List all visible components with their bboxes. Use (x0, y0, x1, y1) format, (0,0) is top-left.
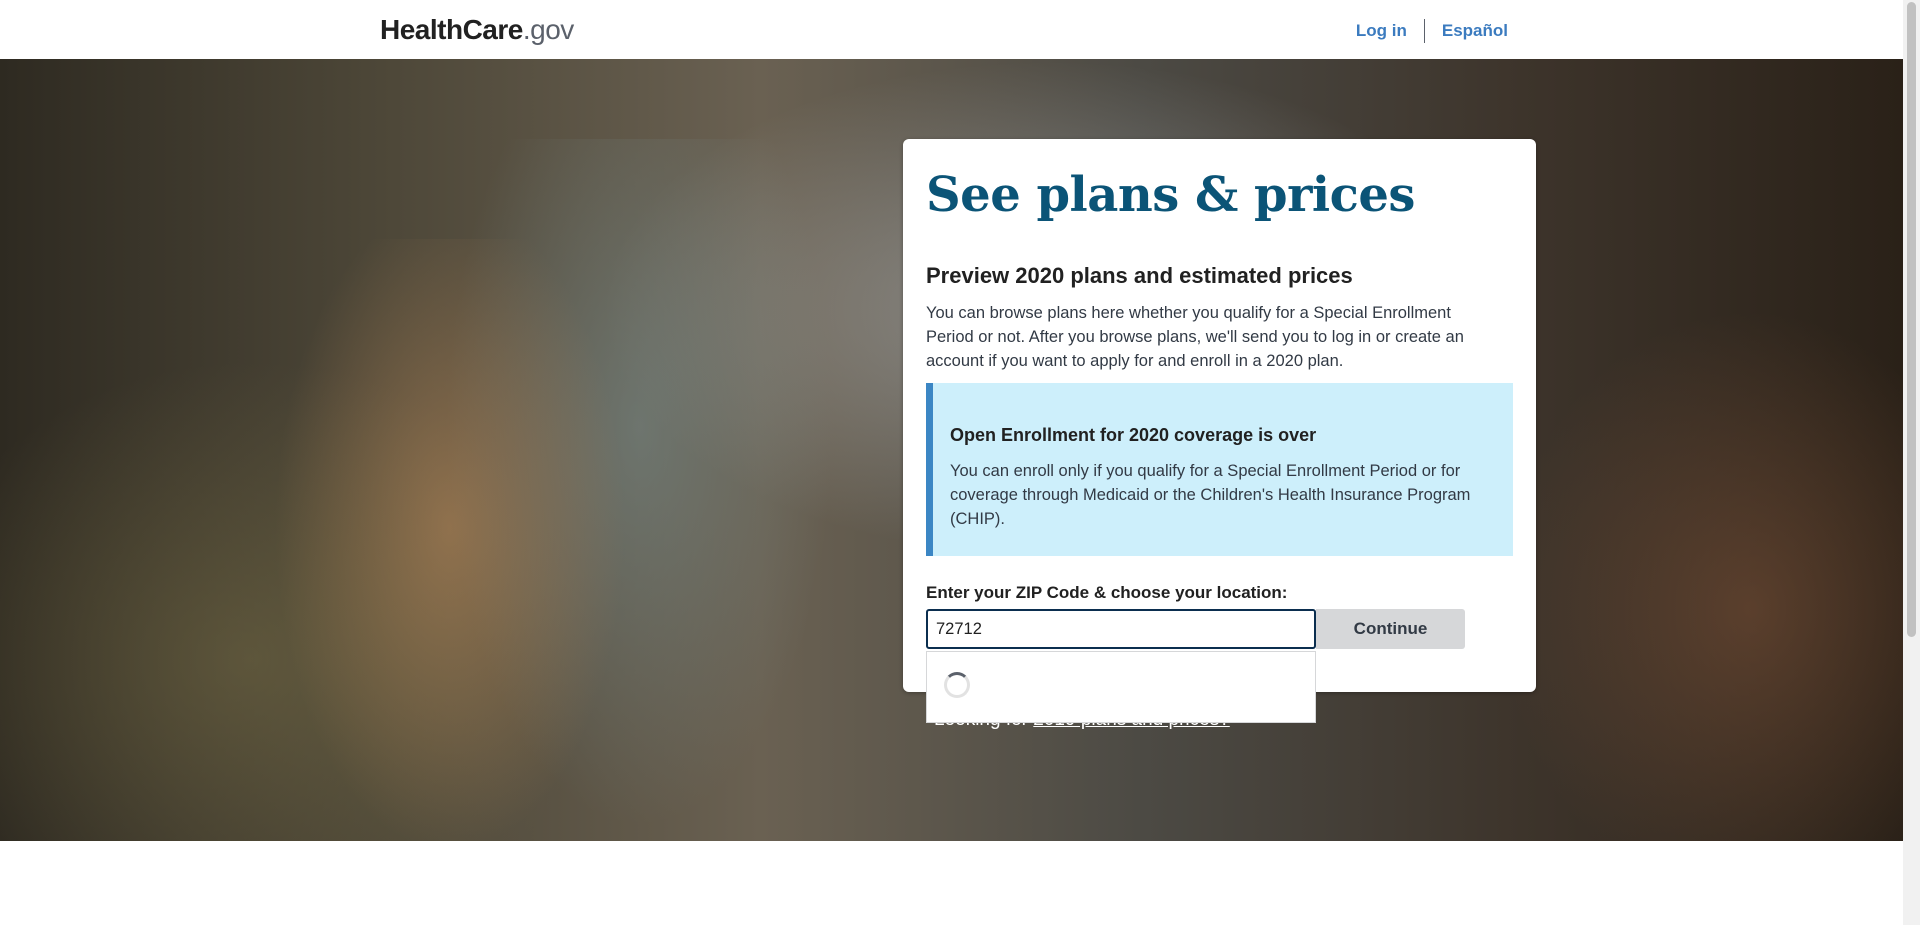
scrollbar-thumb[interactable] (1907, 2, 1916, 637)
location-dropdown[interactable] (926, 651, 1316, 723)
continue-button[interactable]: Continue (1316, 609, 1465, 649)
site-header: HealthCare.gov Log in Español (0, 0, 1903, 59)
zip-input[interactable] (926, 609, 1316, 649)
zip-label: Enter your ZIP Code & choose your locati… (926, 583, 1288, 602)
intro-text: You can browse plans here whether you qu… (926, 304, 1464, 370)
espanol-link[interactable]: Español (1442, 21, 1508, 41)
alert-title: Open Enrollment for 2020 coverage is ove… (950, 425, 1317, 445)
logo-main-text: HealthCare (380, 14, 523, 45)
see-plans-card: See plans & prices Preview 2020 plans an… (903, 139, 1536, 692)
background-railing (1500, 309, 1903, 841)
page-scrollbar[interactable] (1903, 0, 1920, 925)
login-link[interactable]: Log in (1356, 21, 1407, 41)
page-title: See plans & prices (926, 167, 1415, 223)
enrollment-alert: Open Enrollment for 2020 coverage is ove… (926, 383, 1513, 556)
card-subtitle: Preview 2020 plans and estimated prices (926, 263, 1353, 288)
nav-divider (1423, 19, 1425, 43)
loading-spinner-icon (944, 672, 970, 698)
page-footer-area (0, 841, 1903, 925)
alert-body: You can enroll only if you qualify for a… (950, 462, 1471, 528)
logo-suffix-text: .gov (522, 14, 574, 45)
photo-woman (260, 239, 640, 841)
header-nav: Log in Español (1356, 19, 1508, 43)
healthcare-gov-logo[interactable]: HealthCare.gov (380, 14, 574, 46)
